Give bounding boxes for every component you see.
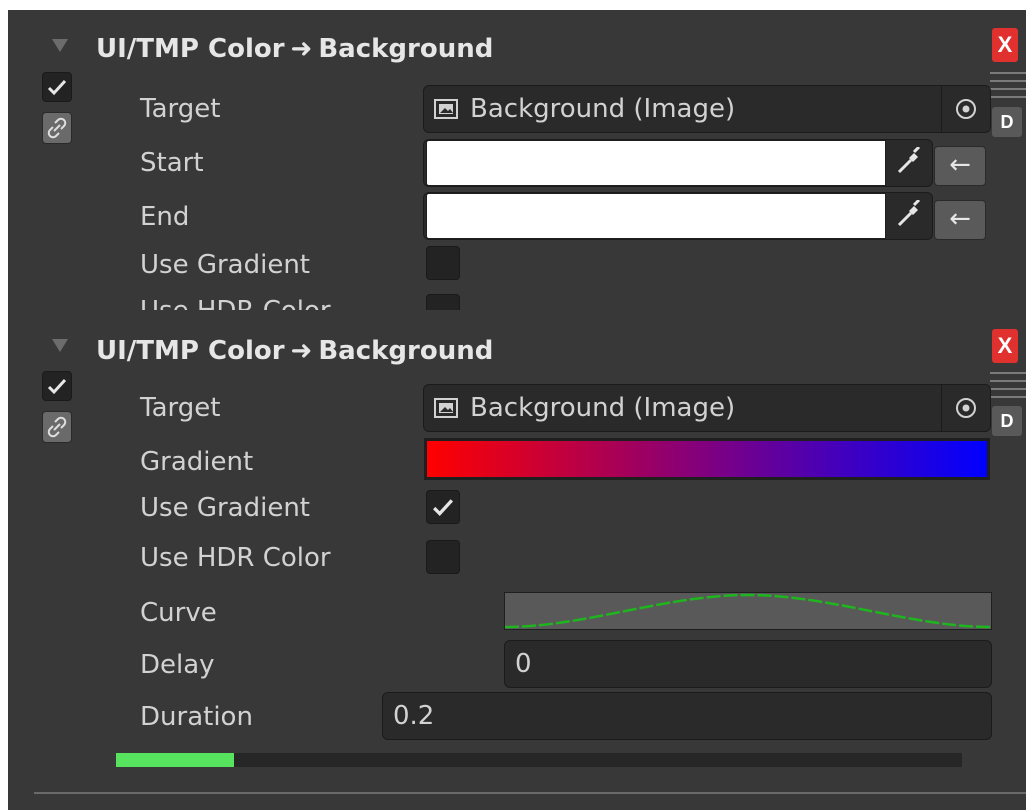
link-button[interactable] [42, 411, 72, 443]
duration-label: Duration [140, 702, 253, 732]
enable-checkbox[interactable] [42, 72, 72, 102]
tween-block-1: UI/TMP Color ➜ Background X D Target Backg… [8, 10, 1026, 310]
start-color-swatch[interactable] [426, 140, 886, 186]
target-value: Background (Image) [470, 393, 736, 423]
use-hdr-checkbox[interactable] [426, 294, 460, 310]
reset-end-button[interactable]: ← [934, 200, 986, 240]
chain-link-icon [47, 117, 67, 139]
foldout-triangle-icon[interactable] [52, 39, 68, 52]
link-button[interactable] [42, 112, 72, 144]
use-hdr-checkbox[interactable] [426, 540, 460, 574]
block-title: UI/TMP Color ➜ Background [96, 34, 493, 64]
target-value: Background (Image) [470, 94, 736, 124]
end-color-swatch[interactable] [426, 193, 886, 239]
delay-label: Delay [140, 650, 215, 680]
foldout-triangle-icon[interactable] [52, 339, 68, 352]
block-title: UI/TMP Color ➜ Background [96, 336, 493, 366]
drag-handle-icon[interactable] [990, 372, 1026, 398]
gradient-label: Gradient [140, 447, 254, 477]
checkmark-icon [47, 79, 67, 96]
drag-handle-icon[interactable] [990, 72, 1026, 98]
arrow-icon: ➜ [290, 34, 313, 64]
target-circle-icon [956, 398, 976, 418]
chain-link-icon [47, 416, 67, 438]
eyedropper-icon[interactable] [894, 200, 924, 230]
target-label: Target [140, 94, 221, 124]
ease-curve [505, 593, 991, 629]
duration-input[interactable]: 0.2 [382, 692, 992, 740]
d-button[interactable]: D [992, 107, 1022, 137]
start-label: Start [140, 148, 204, 178]
use-gradient-checkbox[interactable] [426, 490, 460, 524]
checkmark-icon [47, 378, 67, 395]
use-hdr-label: Use HDR Color [140, 296, 331, 310]
object-picker-button[interactable] [941, 86, 990, 132]
use-hdr-label: Use HDR Color [140, 543, 331, 573]
eyedropper-icon[interactable] [894, 147, 924, 177]
start-color-field[interactable] [423, 139, 933, 187]
image-icon [434, 398, 458, 418]
reset-start-button[interactable]: ← [934, 146, 986, 186]
target-object-field[interactable]: Background (Image) [423, 384, 991, 432]
close-button[interactable]: X [992, 28, 1018, 62]
image-icon [434, 99, 458, 119]
inspector-panel: UI/TMP Color ➜ Background X D Target Backg… [8, 10, 1026, 810]
progress-fill [116, 753, 235, 767]
end-label: End [140, 202, 190, 232]
target-label: Target [140, 393, 221, 423]
target-object-field[interactable]: Background (Image) [423, 85, 991, 133]
progress-bar [116, 753, 962, 767]
d-button[interactable]: D [992, 406, 1022, 436]
curve-label: Curve [140, 598, 217, 628]
checkmark-icon [433, 499, 454, 516]
target-circle-icon [956, 99, 976, 119]
curve-field[interactable] [504, 592, 992, 630]
use-gradient-label: Use Gradient [140, 493, 311, 523]
use-gradient-checkbox[interactable] [426, 246, 460, 280]
object-picker-button[interactable] [941, 385, 990, 431]
title-type: UI/TMP Color [96, 336, 285, 366]
enable-checkbox[interactable] [42, 371, 72, 401]
title-target: Background [318, 34, 494, 64]
arrow-icon: ➜ [290, 336, 313, 366]
bottom-divider [34, 792, 1026, 794]
title-type: UI/TMP Color [96, 34, 285, 64]
use-gradient-label: Use Gradient [140, 250, 311, 280]
title-target: Background [318, 336, 494, 366]
gradient-field[interactable] [424, 438, 990, 480]
delay-input[interactable]: 0 [504, 640, 992, 688]
end-color-field[interactable] [423, 192, 933, 240]
close-button[interactable]: X [992, 329, 1018, 363]
